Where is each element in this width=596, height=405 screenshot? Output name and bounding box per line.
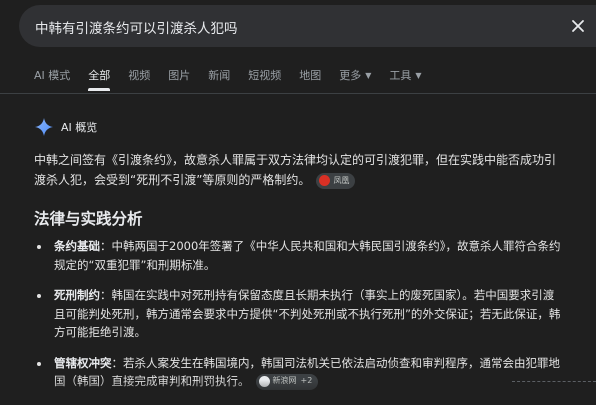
section-heading: 法律与实践分析 — [34, 210, 143, 228]
bullet-term: 管辖权冲突 — [54, 355, 112, 370]
sparkle-icon — [35, 118, 53, 136]
search-bar[interactable]: 中韩有引渡条约可以引渡杀人犯吗 — [19, 5, 596, 47]
ai-overview-summary: 中韩之间签有《引渡条约》，故意杀人罪属于双方法律均认定的可引渡犯罪，但在实践中能… — [34, 150, 556, 190]
summary-text: 中韩之间签有《引渡条约》，故意杀人罪属于双方法律均认定的可引渡犯罪，但在实践中能… — [34, 153, 557, 187]
source-chip[interactable]: 凤凰 — [316, 172, 356, 189]
bullet-text: ：韩国在实践中对死刑持有保留态度且长期未执行（事实上的废死国家）。若中国要求引渡… — [54, 288, 561, 339]
bullet-term: 条约基础 — [54, 239, 100, 253]
source-name: 凤凰 — [333, 175, 350, 185]
tab-label: 更多 — [339, 69, 362, 82]
clear-search-button[interactable] — [568, 16, 588, 36]
search-query[interactable]: 中韩有引渡条约可以引渡杀人犯吗 — [35, 17, 238, 37]
search-results-page: 中韩有引渡条约可以引渡杀人犯吗 AI 模式 全部 视频 图片 新闻 短视频 地图… — [0, 0, 596, 405]
tab-maps[interactable]: 地图 — [299, 64, 321, 94]
tab-label: 全部 — [88, 69, 111, 82]
chevron-down-icon: ▼ — [365, 71, 372, 80]
chevron-down-icon: ▼ — [415, 71, 422, 80]
list-item: 死刑制约：韩国在实践中对死刑持有保留态度且长期未执行（事实上的废死国家）。若中国… — [34, 286, 564, 342]
tab-short-videos[interactable]: 短视频 — [248, 64, 281, 94]
tab-all[interactable]: 全部 — [88, 64, 111, 94]
tab-label: 新闻 — [208, 69, 231, 82]
bullet-text: ：中韩两国于2000年签署了《中华人民共和国和大韩民国引渡条约》，故意杀人罪符合… — [54, 239, 561, 272]
tab-videos[interactable]: 视频 — [128, 64, 150, 94]
close-icon[interactable] — [568, 16, 588, 36]
tab-label: 工具 — [389, 69, 412, 82]
analysis-list: 条约基础：中韩两国于2000年签署了《中华人民共和国和大韩民国引渡条约》，故意杀… — [34, 237, 564, 403]
bottom-fade — [0, 380, 596, 405]
divider — [0, 93, 596, 94]
list-item: 条约基础：中韩两国于2000年签署了《中华人民共和国和大韩民国引渡条约》，故意杀… — [34, 237, 564, 274]
search-tabs: AI 模式 全部 视频 图片 新闻 短视频 地图 更多 ▼ 工具 ▼ — [34, 64, 440, 94]
ai-overview-header: AI 概览 — [35, 118, 97, 136]
ai-overview-title: AI 概览 — [61, 121, 98, 134]
tab-label: AI 模式 — [34, 69, 71, 82]
tab-label: 视频 — [128, 69, 151, 82]
tab-tools[interactable]: 工具 ▼ — [389, 64, 421, 94]
tab-label: 短视频 — [248, 69, 282, 82]
tab-news[interactable]: 新闻 — [208, 64, 230, 94]
source-logo-icon — [319, 175, 331, 186]
bullet-term: 死刑制约 — [54, 288, 100, 302]
tab-label: 地图 — [299, 69, 322, 82]
tab-label: 图片 — [168, 69, 191, 82]
tab-more[interactable]: 更多 ▼ — [339, 64, 371, 94]
tab-images[interactable]: 图片 — [168, 64, 190, 94]
tab-ai-mode[interactable]: AI 模式 — [34, 64, 70, 94]
